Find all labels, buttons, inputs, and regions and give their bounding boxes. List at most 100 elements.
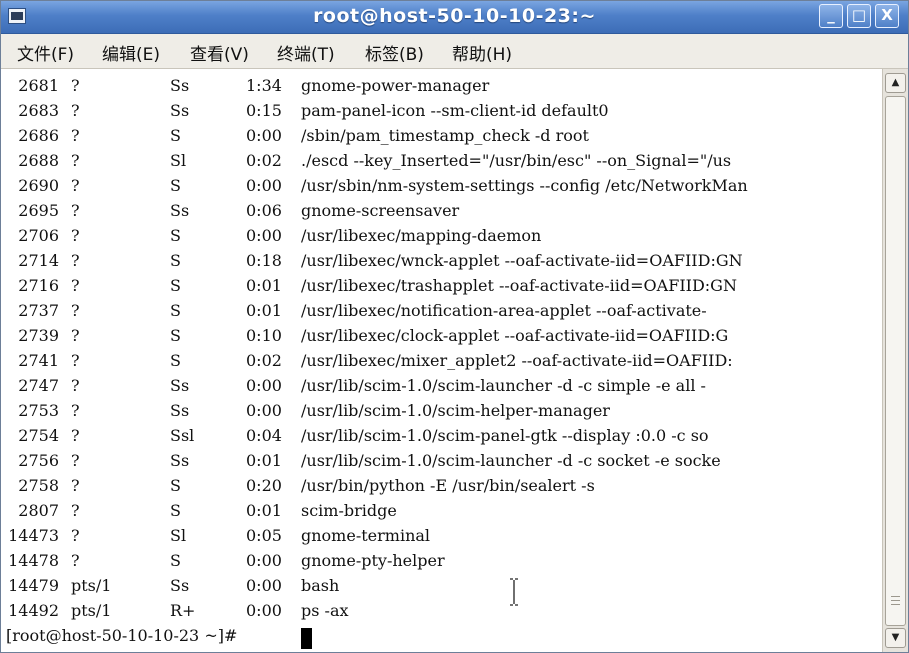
scroll-down-arrow-icon[interactable]: ▼ bbox=[885, 628, 906, 648]
process-time: 0:06 bbox=[246, 201, 282, 220]
process-row: 2686? S 0:00/sbin/pam_timestamp_check -d r… bbox=[1, 126, 881, 151]
process-stat: Sl bbox=[170, 526, 187, 545]
scroll-up-arrow-icon[interactable]: ▲ bbox=[885, 73, 906, 93]
process-command: /usr/lib/scim-1.0/scim-panel-gtk --displ… bbox=[301, 426, 709, 445]
process-tty: ? bbox=[71, 376, 80, 395]
process-command: /usr/libexec/wnck-applet --oaf-activate-… bbox=[301, 251, 743, 270]
process-time: 0:01 bbox=[246, 276, 282, 295]
process-time: 0:00 bbox=[246, 601, 282, 620]
menu-edit[interactable]: 编辑(E) bbox=[102, 40, 160, 65]
process-stat: Ss bbox=[170, 376, 190, 395]
process-row: 2714? S 0:18/usr/libexec/wnck-applet --oaf… bbox=[1, 251, 881, 276]
title-bar[interactable]: root@host-50-10-10-23:~ _ □ X bbox=[1, 1, 908, 34]
process-pid: 2754 bbox=[18, 426, 59, 445]
process-stat: S bbox=[170, 226, 181, 245]
process-tty: ? bbox=[71, 226, 80, 245]
process-time: 0:00 bbox=[246, 226, 282, 245]
process-row: 14479 pts/1 Ss 0:00 bash bbox=[1, 576, 881, 601]
maximize-button[interactable]: □ bbox=[847, 4, 871, 28]
process-command: /usr/lib/scim-1.0/scim-launcher -d -c so… bbox=[301, 451, 721, 470]
process-row: 14492 pts/1 R+ 0:00 ps -ax bbox=[1, 601, 881, 626]
process-tty: ? bbox=[71, 101, 80, 120]
process-tty: ? bbox=[71, 176, 80, 195]
process-command: scim-bridge bbox=[301, 501, 397, 520]
process-stat: S bbox=[170, 251, 181, 270]
process-pid: 2758 bbox=[18, 476, 59, 495]
window-title: root@host-50-10-10-23:~ bbox=[313, 5, 596, 27]
close-button[interactable]: X bbox=[875, 4, 899, 28]
process-tty: ? bbox=[71, 251, 80, 270]
process-stat: Ss bbox=[170, 201, 190, 220]
menu-tabs[interactable]: 标签(B) bbox=[365, 40, 424, 65]
menu-file[interactable]: 文件(F) bbox=[17, 40, 74, 65]
process-time: 0:00 bbox=[246, 376, 282, 395]
process-row: 2741? S 0:02/usr/libexec/mixer_applet2 --o… bbox=[1, 351, 881, 376]
process-tty: ? bbox=[71, 501, 80, 520]
terminal-output[interactable]: 2681? Ss 1:34 gnome-power-manager 2683? Ss 0:1… bbox=[1, 69, 881, 652]
process-time: 0:01 bbox=[246, 501, 282, 520]
process-pid: 2753 bbox=[18, 401, 59, 420]
scrollbar-grip-icon bbox=[891, 596, 900, 608]
process-time: 0:02 bbox=[246, 151, 282, 170]
process-stat: S bbox=[170, 126, 181, 145]
process-pid: 2681 bbox=[18, 76, 59, 95]
menu-help[interactable]: 帮助(H) bbox=[452, 40, 512, 65]
process-stat: Ss bbox=[170, 101, 190, 120]
process-row: 14478? S 0:00 gnome-pty-helper bbox=[1, 551, 881, 576]
process-time: 0:00 bbox=[246, 551, 282, 570]
process-stat: S bbox=[170, 551, 181, 570]
process-stat: S bbox=[170, 301, 181, 320]
menu-bar: 文件(F) 编辑(E) 查看(V) 终端(T) 标签(B) 帮助(H) bbox=[1, 34, 908, 69]
process-row: 2690? S 0:00/usr/sbin/nm-system-settings -… bbox=[1, 176, 881, 201]
process-tty: ? bbox=[71, 526, 80, 545]
process-command: /usr/libexec/clock-applet --oaf-activate… bbox=[301, 326, 729, 345]
process-time: 0:00 bbox=[246, 126, 282, 145]
process-stat: Ss bbox=[170, 76, 190, 95]
minimize-button[interactable]: _ bbox=[819, 4, 843, 28]
process-time: 0:04 bbox=[246, 426, 282, 445]
process-row: 2754? Ssl 0:04/usr/lib/scim-1.0/scim-panel… bbox=[1, 426, 881, 451]
menu-terminal[interactable]: 终端(T) bbox=[277, 40, 335, 65]
process-pid: 2706 bbox=[18, 226, 59, 245]
text-ibeam-cursor-icon bbox=[510, 578, 518, 606]
process-command: gnome-pty-helper bbox=[301, 551, 445, 570]
vertical-scrollbar[interactable]: ▲ ▼ bbox=[882, 69, 908, 652]
process-stat: Ssl bbox=[170, 426, 195, 445]
process-pid: 14479 bbox=[8, 576, 59, 595]
process-pid: 2695 bbox=[18, 201, 59, 220]
process-row: 2747? Ss 0:00/usr/lib/scim-1.0/scim-launch… bbox=[1, 376, 881, 401]
process-row: 2758? S 0:20/usr/bin/python -E /usr/bin/se… bbox=[1, 476, 881, 501]
process-command: bash bbox=[301, 576, 340, 595]
process-stat: R+ bbox=[170, 601, 196, 620]
process-stat: S bbox=[170, 326, 181, 345]
process-stat: S bbox=[170, 176, 181, 195]
process-pid: 2683 bbox=[18, 101, 59, 120]
process-pid: 2714 bbox=[18, 251, 59, 270]
process-tty: ? bbox=[71, 301, 80, 320]
process-time: 0:15 bbox=[246, 101, 282, 120]
process-command: gnome-power-manager bbox=[301, 76, 490, 95]
process-tty: ? bbox=[71, 276, 80, 295]
process-tty: ? bbox=[71, 401, 80, 420]
process-stat: Sl bbox=[170, 151, 187, 170]
shell-prompt: [root@host-50-10-10-23 ~]# bbox=[6, 626, 238, 645]
process-pid: 2737 bbox=[18, 301, 59, 320]
process-stat: S bbox=[170, 476, 181, 495]
process-command: /usr/libexec/mixer_applet2 --oaf-activat… bbox=[301, 351, 733, 370]
process-command: /usr/lib/scim-1.0/scim-launcher -d -c si… bbox=[301, 376, 706, 395]
process-tty: pts/1 bbox=[71, 576, 112, 595]
process-time: 0:20 bbox=[246, 476, 282, 495]
process-time: 0:01 bbox=[246, 301, 282, 320]
process-row: 2737? S 0:01/usr/libexec/notification-area… bbox=[1, 301, 881, 326]
process-command: /usr/bin/python -E /usr/bin/sealert -s bbox=[301, 476, 595, 495]
process-time: 0:01 bbox=[246, 451, 282, 470]
process-stat: S bbox=[170, 276, 181, 295]
process-pid: 2807 bbox=[18, 501, 59, 520]
process-row: 2739? S 0:10/usr/libexec/clock-applet --oa… bbox=[1, 326, 881, 351]
process-stat: Ss bbox=[170, 451, 190, 470]
scrollbar-thumb[interactable] bbox=[885, 96, 906, 626]
process-command: /sbin/pam_timestamp_check -d root bbox=[301, 126, 589, 145]
process-row: 2688? Sl 0:02 ./escd --key_Inserted="/usr/b… bbox=[1, 151, 881, 176]
process-row: 2753? Ss 0:00/usr/lib/scim-1.0/scim-helper… bbox=[1, 401, 881, 426]
menu-view[interactable]: 查看(V) bbox=[190, 40, 249, 65]
